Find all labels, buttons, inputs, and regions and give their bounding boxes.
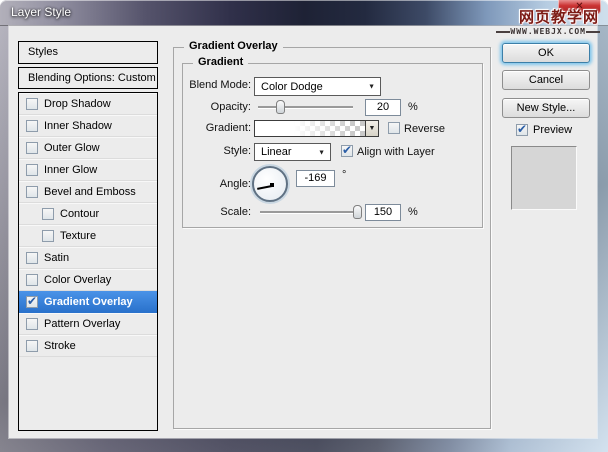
style-select[interactable]: Linear ▼ <box>254 143 331 161</box>
style-list-item[interactable]: Bevel and Emboss <box>19 181 157 203</box>
style-item-label: Texture <box>60 230 96 242</box>
reverse-label: Reverse <box>404 123 445 135</box>
blend-mode-label: Blend Mode: <box>171 79 251 91</box>
style-item-label: Gradient Overlay <box>44 296 133 308</box>
style-item-label: Stroke <box>44 340 76 352</box>
style-item-checkbox[interactable] <box>42 230 54 242</box>
angle-input[interactable]: -169 <box>296 170 335 187</box>
angle-center-dot <box>270 183 274 187</box>
style-item-label: Color Overlay <box>44 274 111 286</box>
style-item-label: Contour <box>60 208 99 220</box>
gradient-picker-button[interactable]: ▼ <box>365 121 378 136</box>
style-list-item[interactable]: Contour <box>19 203 157 225</box>
style-item-checkbox[interactable] <box>26 318 38 330</box>
new-style-button[interactable]: New Style... <box>502 98 590 118</box>
blending-options-item[interactable]: Blending Options: Custom <box>18 67 158 89</box>
scale-input[interactable]: 150 <box>365 204 401 221</box>
style-list-item[interactable]: Drop Shadow <box>19 93 157 115</box>
opacity-unit: % <box>408 101 418 113</box>
gradient-swatch[interactable]: ▼ <box>254 120 379 137</box>
watermark-site-url: WWW.WEBJX.COM <box>496 27 600 36</box>
scale-label: Scale: <box>171 206 251 218</box>
style-item-checkbox[interactable] <box>26 142 38 154</box>
style-item-checkbox[interactable] <box>26 274 38 286</box>
layer-style-window: Layer Style ✕ 网页教学网 WWW.WEBJX.COM Styles… <box>0 0 608 452</box>
watermark-rule-left <box>496 31 510 33</box>
styles-list: Drop Shadow Inner Shadow Outer Glow Inne… <box>18 92 158 431</box>
style-item-checkbox[interactable] <box>26 164 38 176</box>
angle-label: Angle: <box>171 178 251 190</box>
chevron-down-icon: ▼ <box>368 84 375 91</box>
style-item-label: Inner Shadow <box>44 120 112 132</box>
style-item-checkbox[interactable] <box>26 340 38 352</box>
style-item-checkbox[interactable] <box>26 98 38 110</box>
style-item-label: Drop Shadow <box>44 98 111 110</box>
gradient-preview[interactable] <box>255 121 365 136</box>
styles-panel-header: Styles <box>18 41 158 64</box>
section-title: Gradient Overlay <box>184 40 283 52</box>
style-item-checkbox[interactable] <box>42 208 54 220</box>
style-label: Style: <box>171 145 251 157</box>
dialog-client-area: Styles Blending Options: Custom Drop Sha… <box>9 26 597 438</box>
watermark-rule-right <box>586 31 600 33</box>
style-item-checkbox[interactable] <box>26 120 38 132</box>
style-list-item[interactable]: Color Overlay <box>19 269 157 291</box>
preview-thumbnail <box>511 146 577 210</box>
scale-slider[interactable] <box>260 211 361 213</box>
style-list-item[interactable]: Outer Glow <box>19 137 157 159</box>
opacity-input[interactable]: 20 <box>365 99 401 116</box>
style-item-checkbox[interactable] <box>26 296 38 308</box>
style-item-checkbox[interactable] <box>26 186 38 198</box>
scale-unit: % <box>408 206 418 218</box>
style-list-item[interactable]: Inner Shadow <box>19 115 157 137</box>
gradient-label: Gradient: <box>171 122 251 134</box>
style-list-item[interactable]: Gradient Overlay <box>19 291 157 313</box>
angle-dial[interactable] <box>252 166 288 202</box>
style-list-item[interactable]: Stroke <box>19 335 157 357</box>
window-title: Layer Style <box>11 5 71 19</box>
style-item-label: Bevel and Emboss <box>44 186 136 198</box>
style-list-item[interactable]: Satin <box>19 247 157 269</box>
opacity-slider[interactable] <box>258 106 353 108</box>
angle-unit: ° <box>342 169 346 181</box>
style-item-label: Outer Glow <box>44 142 100 154</box>
style-item-checkbox[interactable] <box>26 252 38 264</box>
style-item-label: Satin <box>44 252 69 264</box>
align-with-layer-label: Align with Layer <box>357 146 435 158</box>
opacity-label: Opacity: <box>171 101 251 113</box>
preview-checkbox[interactable] <box>516 124 528 136</box>
style-item-label: Pattern Overlay <box>44 318 120 330</box>
titlebar[interactable]: Layer Style <box>0 0 608 26</box>
style-list-item[interactable]: Texture <box>19 225 157 247</box>
scale-slider-thumb[interactable] <box>353 205 362 219</box>
group-title: Gradient <box>193 56 248 68</box>
ok-button[interactable]: OK <box>502 43 590 63</box>
align-with-layer-checkbox[interactable] <box>341 145 353 157</box>
blend-mode-select[interactable]: Color Dodge ▼ <box>254 77 381 96</box>
style-list-item[interactable]: Inner Glow <box>19 159 157 181</box>
reverse-checkbox[interactable] <box>388 122 400 134</box>
watermark-site-name: 网页教学网 <box>519 6 599 27</box>
style-list-item[interactable]: Pattern Overlay <box>19 313 157 335</box>
chevron-down-icon: ▼ <box>318 149 325 156</box>
style-item-label: Inner Glow <box>44 164 97 176</box>
opacity-slider-thumb[interactable] <box>276 100 285 114</box>
preview-label: Preview <box>533 124 572 136</box>
cancel-button[interactable]: Cancel <box>502 70 590 90</box>
